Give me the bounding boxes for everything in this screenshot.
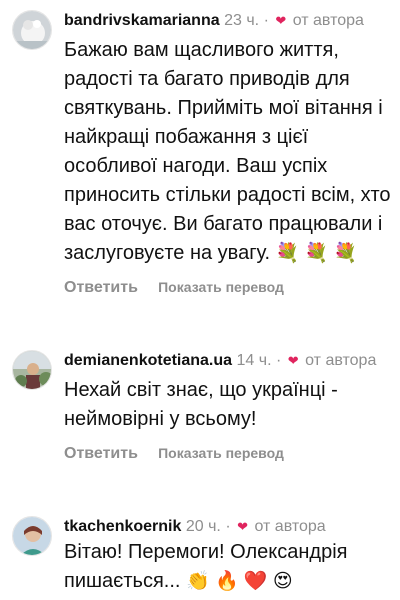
comment-text: Нехай світ знає, що українці - неймовірн… [64, 376, 392, 434]
heart-icon: ❤ [287, 353, 299, 368]
reply-button[interactable]: Ответить [64, 279, 138, 296]
avatar[interactable] [12, 516, 52, 556]
comment-username[interactable]: tkachenkoernik [64, 518, 181, 535]
author-label: от автора [305, 352, 377, 369]
comment-header: bandrivskamarianna 23 ч. · ❤ от автора [64, 11, 392, 30]
comment-emojis: 👏 🔥 ❤️ 😍 [186, 571, 293, 592]
author-label: от автора [292, 12, 364, 29]
separator-dot: · [225, 518, 231, 535]
comment-body: Бажаю вам щасливого життя, радості та ба… [64, 39, 391, 264]
comment-time: 14 ч. [236, 352, 272, 369]
comment-time: 23 ч. [224, 12, 260, 29]
comment-body: Нехай світ знає, що українці - неймовірн… [64, 379, 338, 430]
comment-emojis: 💐 💐 💐 [275, 243, 358, 264]
comment-actions: Ответить Показать перевод [64, 278, 392, 297]
comment-header: demianenkotetiana.ua 14 ч. · ❤ от автора [64, 351, 392, 370]
reply-button[interactable]: Ответить [64, 445, 138, 462]
avatar[interactable] [12, 350, 52, 390]
avatar[interactable] [12, 10, 52, 50]
author-label: от автора [254, 518, 326, 535]
comment-text: Бажаю вам щасливого життя, радості та ба… [64, 36, 392, 268]
translate-button[interactable]: Показать перевод [158, 279, 284, 295]
heart-icon: ❤ [237, 519, 249, 534]
translate-button[interactable]: Показать перевод [158, 445, 284, 461]
comment-header: tkachenkoernik 20 ч. · ❤ от автора [64, 517, 392, 536]
separator-dot: · [263, 12, 269, 29]
comment-actions: Ответить Показать перевод [64, 444, 392, 463]
comment-username[interactable]: bandrivskamarianna [64, 12, 220, 29]
heart-icon: ❤ [275, 13, 287, 28]
comment-time: 20 ч. [185, 518, 221, 535]
separator-dot: · [275, 352, 282, 369]
comment-username[interactable]: demianenkotetiana.ua [64, 352, 232, 369]
comment-text: Вітаю! Перемоги! Олександрія пишається..… [64, 538, 392, 596]
